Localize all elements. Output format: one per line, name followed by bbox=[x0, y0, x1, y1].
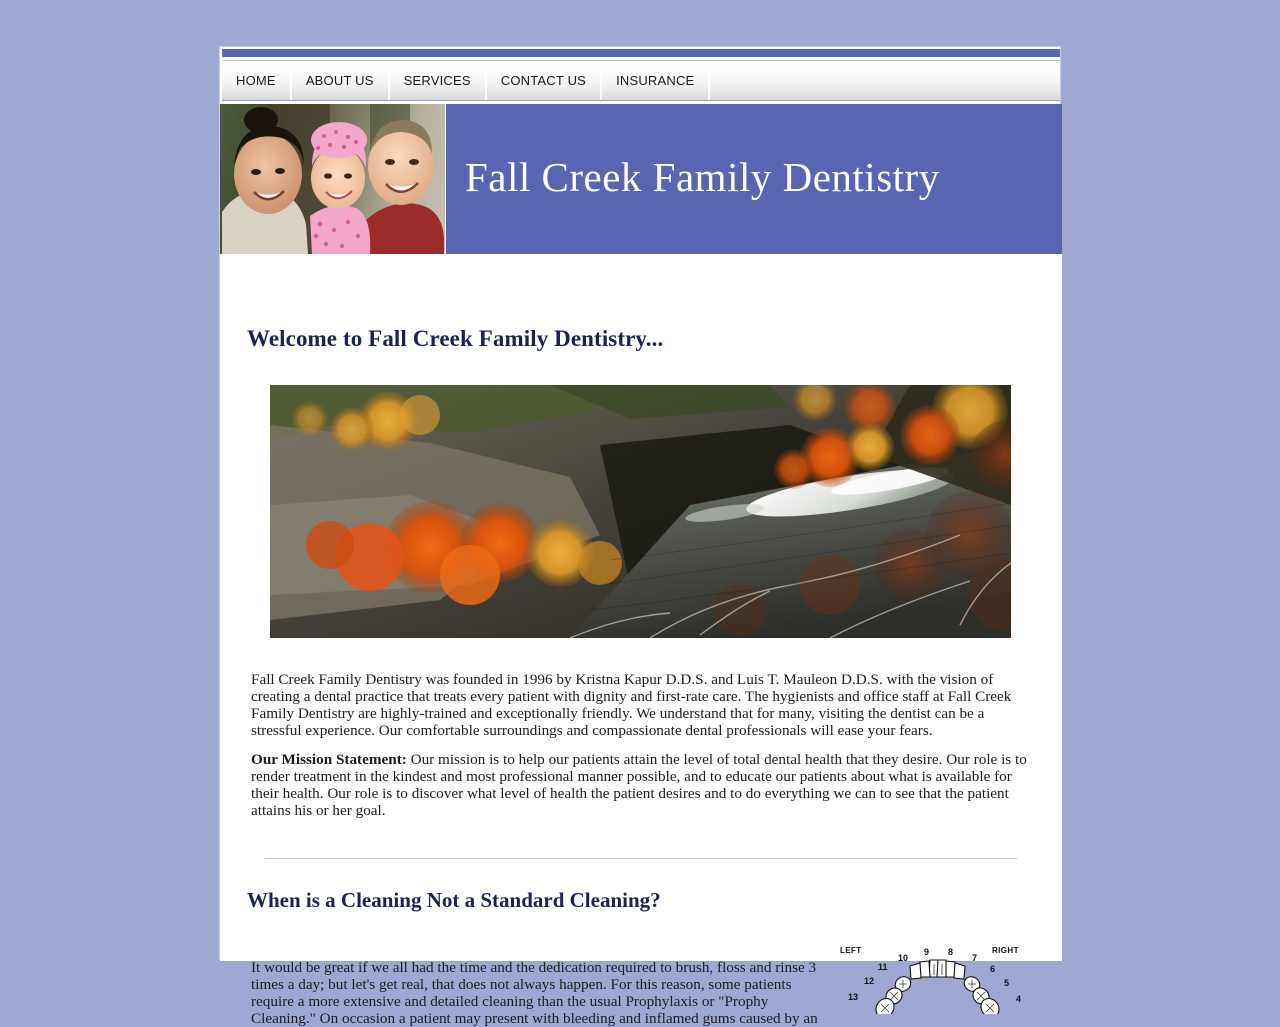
nav-item-contact-us[interactable]: CONTACT US bbox=[487, 61, 603, 100]
tooth-chart-diagram: LEFT RIGHT 13 12 11 10 9 8 7 6 5 4 bbox=[840, 944, 1035, 1014]
section-divider bbox=[265, 858, 1017, 859]
nav-empty-space bbox=[710, 61, 1060, 100]
mission-label: Our Mission Statement: bbox=[251, 751, 407, 769]
welcome-heading: Welcome to Fall Creek Family Dentistry..… bbox=[247, 326, 664, 351]
family-photo-art bbox=[222, 104, 444, 254]
tooth-arch-illustration bbox=[875, 959, 1000, 1014]
primary-navigation: HOME ABOUT US SERVICES CONTACT US INSURA… bbox=[222, 60, 1060, 101]
nav-item-about-us[interactable]: ABOUT US bbox=[292, 61, 390, 100]
cleaning-paragraph: It would be great if we all had the time… bbox=[251, 959, 818, 1027]
nav-item-label: CONTACT US bbox=[500, 73, 587, 88]
site-page-frame: HOME ABOUT US SERVICES CONTACT US INSURA… bbox=[219, 46, 1062, 1027]
main-content: Welcome to Fall Creek Family Dentistry..… bbox=[220, 254, 1062, 1027]
nav-item-label: ABOUT US bbox=[305, 73, 374, 88]
hero-image-art bbox=[270, 385, 1011, 638]
nav-item-label: HOME bbox=[236, 73, 276, 88]
hero-image-gorge bbox=[270, 385, 1011, 638]
nav-item-label: SERVICES bbox=[403, 73, 471, 88]
nav-item-home[interactable]: HOME bbox=[222, 61, 292, 100]
mission-paragraph: Our Mission Statement: Our mission is to… bbox=[251, 751, 1036, 819]
nav-item-services[interactable]: SERVICES bbox=[390, 61, 487, 100]
intro-paragraph: Fall Creek Family Dentistry was founded … bbox=[251, 671, 1012, 740]
header-title-banner: Fall Creek Family Dentistry bbox=[446, 104, 1062, 256]
nav-item-label: INSURANCE bbox=[616, 73, 695, 88]
nav-item-insurance[interactable]: INSURANCE bbox=[602, 61, 711, 100]
page-title: Fall Creek Family Dentistry bbox=[465, 154, 940, 201]
cleaning-heading: When is a Cleaning Not a Standard Cleani… bbox=[247, 888, 661, 912]
top-accent-strip bbox=[222, 49, 1060, 57]
site-header: Fall Creek Family Dentistry bbox=[220, 104, 1062, 256]
family-photo bbox=[220, 104, 445, 254]
